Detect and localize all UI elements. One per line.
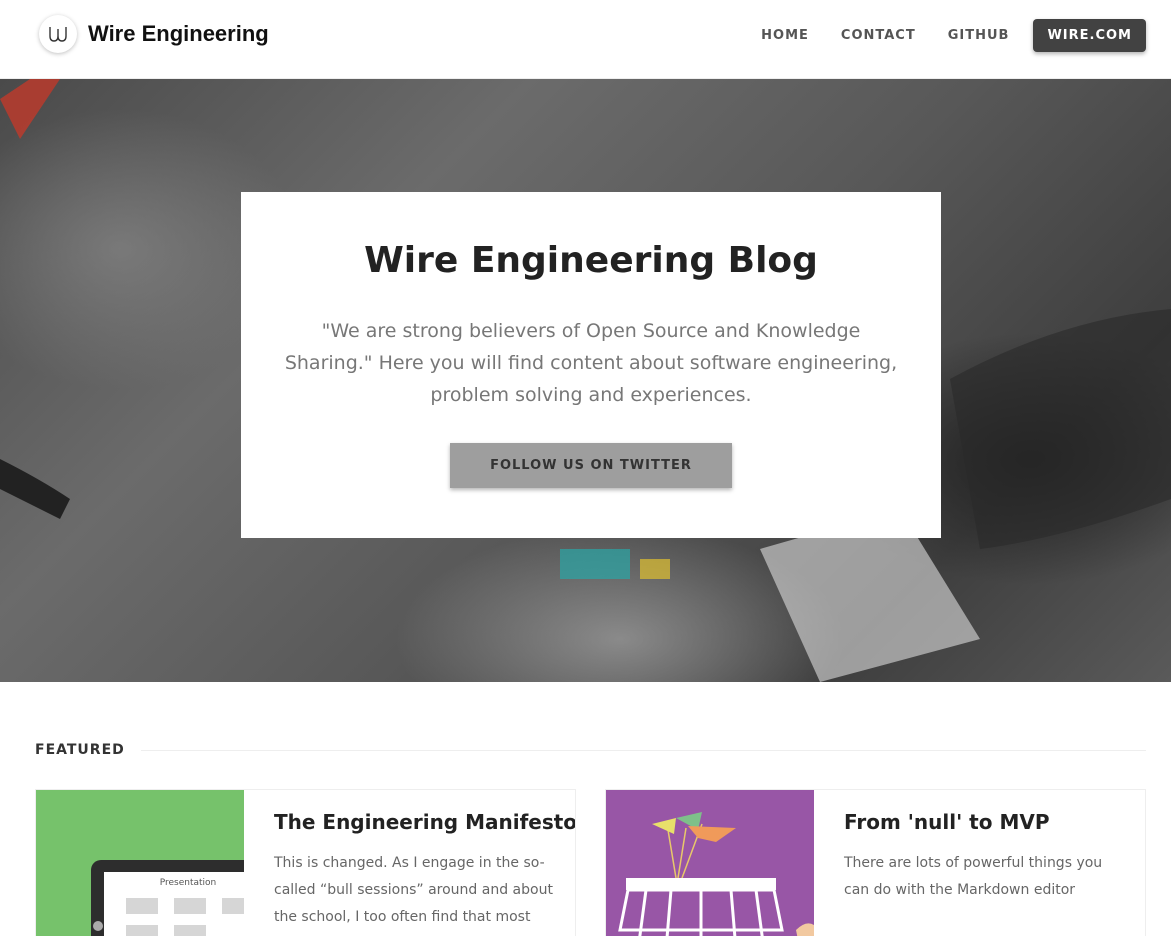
nav-github-link[interactable]: GITHUB [948, 28, 1010, 43]
post-thumbnail[interactable]: Presentation [36, 790, 244, 936]
post-excerpt: This is changed. As I engage in the so-c… [274, 855, 553, 925]
nav-contact-link[interactable]: CONTACT [841, 28, 916, 43]
featured-post-card[interactable]: From 'null' to MVP There are lots of pow… [605, 789, 1146, 936]
market-stall-illustration-icon [618, 812, 814, 936]
post-title[interactable]: From 'null' to MVP [844, 810, 1125, 834]
post-thumbnail[interactable] [606, 790, 814, 936]
follow-twitter-button[interactable]: FOLLOW US ON TWITTER [450, 443, 732, 488]
featured-divider [140, 749, 1146, 751]
featured-post-card[interactable]: Presentation The Engineering Manifesto T… [35, 789, 576, 936]
hero-tagline: "We are strong believers of Open Source … [284, 320, 898, 406]
brand[interactable]: Wire Engineering [39, 15, 269, 53]
featured-section-header: FEATURED [35, 742, 1146, 758]
wire-logo-icon [39, 15, 77, 53]
post-body: From 'null' to MVP There are lots of pow… [844, 810, 1125, 904]
thumbnail-caption: Presentation [160, 878, 217, 888]
main-nav: HOME CONTACT GITHUB WIRE.COM [729, 19, 1146, 52]
post-title[interactable]: The Engineering Manifesto [274, 810, 575, 834]
post-excerpt: There are lots of powerful things you ca… [844, 855, 1103, 898]
brand-name: Wire Engineering [88, 21, 269, 46]
nav-home-link[interactable]: HOME [761, 28, 809, 43]
site-header: Wire Engineering HOME CONTACT GITHUB WIR… [0, 0, 1171, 79]
post-body: The Engineering Manifesto This is change… [274, 810, 575, 931]
hero-banner: Wire Engineering Blog "We are strong bel… [0, 79, 1171, 682]
hero-card: Wire Engineering Blog "We are strong bel… [241, 192, 941, 538]
wire-com-button[interactable]: WIRE.COM [1033, 19, 1146, 52]
featured-label: FEATURED [35, 742, 125, 758]
presentation-illustration-icon: Presentation [91, 860, 244, 936]
hero-title: Wire Engineering Blog [364, 240, 818, 281]
